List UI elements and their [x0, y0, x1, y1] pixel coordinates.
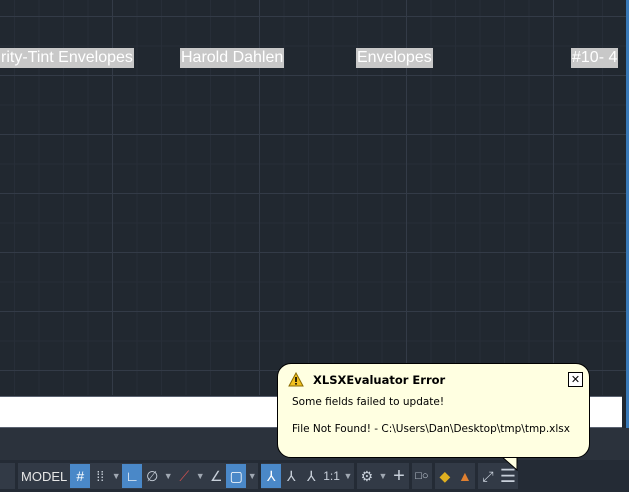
text-label[interactable]: rity-Tint Envelopes [0, 48, 134, 68]
text-label[interactable]: Envelopes [356, 48, 433, 68]
object-snap-icon[interactable]: ▢ [226, 464, 247, 488]
chevron-down-icon[interactable]: ▼ [246, 471, 258, 481]
chevron-down-icon[interactable]: ▼ [377, 471, 389, 481]
warning-icon [288, 372, 304, 387]
status-group-tray: ◆ ▲ [434, 463, 475, 489]
status-group-model: MODEL # ⁞⁞ ▼ ∟ ∅ ▼ ⟋ ▼ ∠ ▢ ▼ [18, 463, 259, 489]
text-label[interactable]: Harold Dahlen [180, 48, 285, 68]
model-button[interactable]: MODEL [18, 464, 70, 488]
isolate-objects-icon[interactable]: □○ [412, 464, 432, 488]
close-icon[interactable]: ✕ [568, 372, 583, 387]
grid-icon[interactable]: # [70, 464, 91, 488]
polar-icon[interactable]: ∅ [142, 464, 162, 488]
balloon-title: XLSXEvaluator Error [313, 373, 446, 387]
status-group-isolate: □○ [411, 463, 432, 489]
status-group-workspace: ⚙ ▼ + [356, 463, 409, 489]
gear-icon[interactable]: ⚙ [357, 464, 377, 488]
status-group-annotation: ⅄ ⅄ ⅄ 1:1 ▼ [261, 463, 354, 489]
isodraft-icon[interactable]: ⟋ [174, 464, 194, 488]
auto-scale-icon[interactable]: ⅄ [281, 464, 301, 488]
layout-tab-area [0, 463, 15, 489]
balloon-pointer [500, 456, 518, 472]
chevron-down-icon[interactable]: ▼ [110, 471, 122, 481]
annotation-scale-icon[interactable]: ⅄ [301, 464, 321, 488]
scale-dropdown[interactable]: 1:1 [321, 464, 342, 488]
snap-icon[interactable]: ⁞⁞ [90, 464, 110, 488]
xlsx-evaluator-icon[interactable]: ◆ [435, 464, 455, 488]
drawing-canvas[interactable]: rity-Tint Envelopes Harold Dahlen Envelo… [0, 0, 629, 395]
annotation-visibility-icon[interactable]: ⅄ [261, 464, 282, 488]
fullscreen-icon[interactable]: ⤢ [478, 464, 498, 488]
balloon-message: Some fields failed to update! [292, 396, 445, 408]
object-snap-tracking-icon[interactable]: ∠ [206, 464, 226, 488]
chevron-down-icon[interactable]: ▼ [194, 471, 206, 481]
chevron-down-icon[interactable]: ▼ [162, 471, 174, 481]
balloon-detail: File Not Found! - C:\Users\Dan\Desktop\t… [292, 423, 570, 435]
xref-warning-icon[interactable]: ▲ [455, 464, 475, 488]
text-label[interactable]: #10- 4 [571, 48, 619, 68]
plus-icon[interactable]: + [389, 464, 409, 488]
notification-balloon: XLSXEvaluator Error ✕ Some fields failed… [277, 363, 590, 458]
status-bar: MODEL # ⁞⁞ ▼ ∟ ∅ ▼ ⟋ ▼ ∠ ▢ ▼ ⅄ ⅄ ⅄ 1:1 ▼… [0, 460, 629, 492]
ortho-icon[interactable]: ∟ [122, 464, 143, 488]
chevron-down-icon[interactable]: ▼ [342, 471, 354, 481]
